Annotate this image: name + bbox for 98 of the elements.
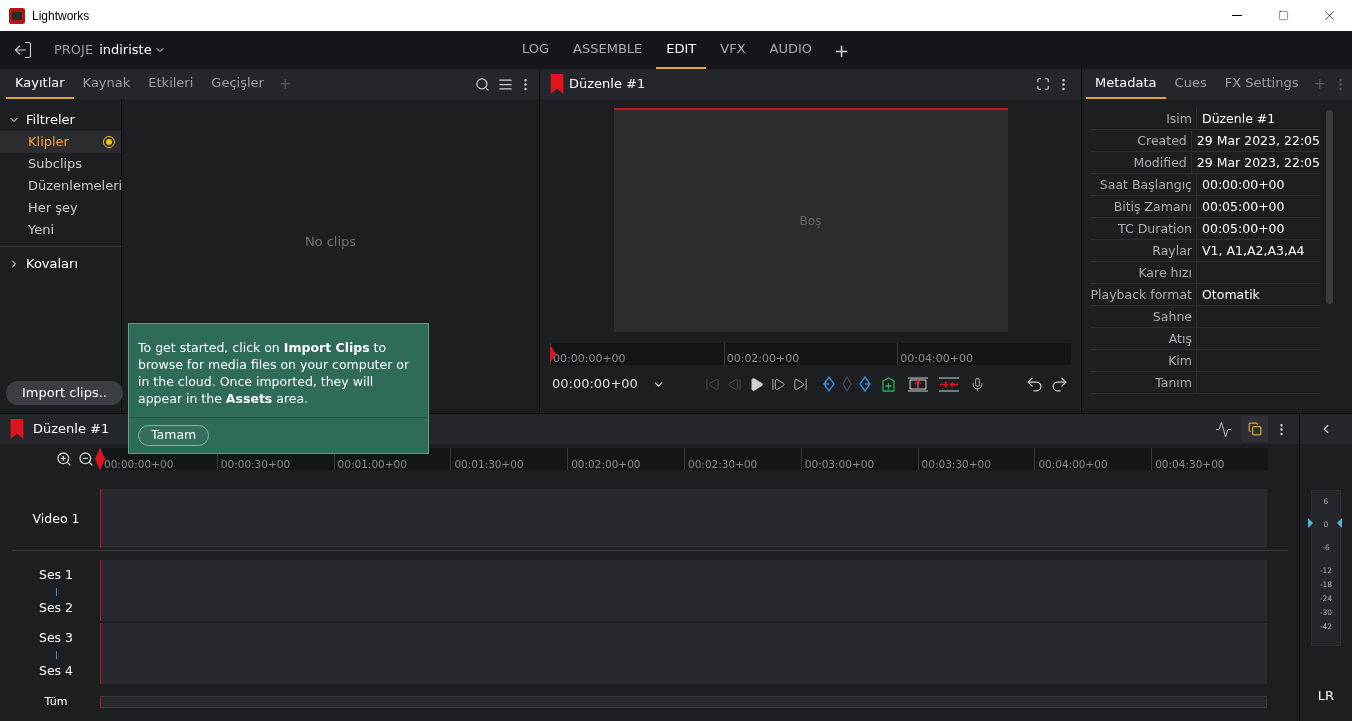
tab[interactable]: Kayıtlar	[6, 69, 74, 99]
tab[interactable]: Kaynak	[73, 69, 140, 99]
mark-in-icon[interactable]	[822, 376, 835, 392]
fullscreen-icon[interactable]	[1036, 77, 1050, 91]
marker-icon[interactable]	[841, 376, 852, 392]
ruler-label: 00:03:30+00	[921, 458, 991, 470]
filter-item[interactable]: Subclips	[0, 153, 121, 175]
metadata-value: Düzenle #1	[1201, 110, 1276, 128]
all-tracks-label: Tüm	[43, 693, 69, 710]
tab[interactable]: Cues	[1165, 69, 1216, 99]
metadata-label: Saat Başlangıç	[1090, 174, 1197, 195]
tab[interactable]: Metadata	[1086, 69, 1166, 99]
add-tab-button[interactable]: +	[826, 36, 858, 64]
sync-lock-button[interactable]	[1242, 416, 1268, 442]
workspace-tab[interactable]: ASSEMBLE	[563, 31, 653, 69]
filter-group[interactable]: Filtreler	[0, 109, 83, 131]
metadata-value: 00:05:00+00	[1201, 198, 1285, 216]
metadata-label: Isim	[1090, 108, 1197, 129]
bookmark-icon	[550, 74, 564, 94]
ruler-label: 00:04:00+00	[1038, 458, 1108, 470]
copy-icon	[1248, 422, 1262, 436]
ruler-label: 00:01:00+00	[337, 458, 407, 470]
metadata-label: Kare hızı	[1090, 262, 1197, 283]
ruler-label: 00:00:30+00	[220, 458, 291, 470]
tip-text: To get started, click on Import Clips to browse for media files on your computer or in the cloud. Once imported, they will appear in the Assets area.	[137, 339, 411, 408]
metadata-label: Modified	[1090, 152, 1192, 173]
tab[interactable]: Etkileri	[139, 69, 203, 99]
track-label: Ses 1	[38, 565, 74, 584]
tab[interactable]: Geçişler	[202, 69, 273, 99]
zoom-in-icon[interactable]	[56, 451, 72, 467]
metadata-label: Raylar	[1090, 240, 1197, 261]
metadata-value: 29 Mar 2023, 22:05	[1195, 132, 1320, 150]
workspace-tab[interactable]: AUDIO	[759, 31, 823, 69]
metadata-label: Sahne	[1090, 306, 1197, 327]
workspace-tab[interactable]: LOG	[512, 31, 560, 69]
metadata-label: Playback format	[1090, 284, 1197, 305]
insert-icon[interactable]	[881, 376, 895, 392]
app-logo-icon	[9, 7, 25, 24]
metadata-label: Kim	[1090, 350, 1197, 371]
project-dropdown[interactable]: indiriste	[99, 40, 166, 60]
empty-viewer-text: Boş	[799, 213, 822, 230]
empty-message: No clips	[304, 233, 357, 252]
search-icon[interactable]	[475, 76, 490, 92]
metadata-label: Atış	[1090, 328, 1197, 349]
import-clips-button[interactable]: Import clips..	[6, 381, 123, 405]
ruler-label: 00:04:30+00	[1155, 458, 1225, 470]
level-marker-icon	[1308, 518, 1342, 528]
metadata-label: TC Duration	[1090, 218, 1197, 239]
ruler-label: 00:02:00+00	[726, 352, 800, 365]
track-label: Ses 3	[38, 628, 74, 647]
metadata-label: Bitiş Zamanı	[1090, 196, 1197, 217]
skip-forward-icon[interactable]	[792, 376, 808, 392]
metadata-value: Otomatik	[1201, 286, 1260, 304]
metadata-label: Created	[1090, 130, 1192, 151]
mark-out-icon[interactable]	[858, 376, 871, 392]
maximize-icon	[1277, 10, 1289, 21]
tab[interactable]: FX Settings	[1215, 69, 1308, 99]
scrollbar[interactable]	[1326, 110, 1333, 304]
metadata-value: 00:00:00+00	[1201, 176, 1285, 194]
filter-group[interactable]: Kovaları	[0, 253, 87, 275]
ruler-label: 00:00:00+00	[553, 352, 626, 365]
track-label: Video 1	[32, 510, 80, 529]
channel-label: LR	[1317, 687, 1335, 705]
metadata-value: 29 Mar 2023, 22:05	[1195, 154, 1320, 172]
lift-icon[interactable]	[907, 376, 928, 392]
timecode: 00:00:00+00	[552, 375, 638, 394]
viewer-title: Düzenle #1	[569, 75, 646, 94]
step-forward-icon[interactable]	[770, 376, 786, 392]
ruler-label: 00:01:30+00	[454, 458, 524, 470]
exit-icon[interactable]	[13, 40, 33, 60]
window-title: Lightworks	[32, 7, 90, 25]
filter-item[interactable]: Her şey	[0, 197, 121, 219]
project-label: PROJE	[54, 41, 94, 60]
timeline-title: Düzenle #1	[33, 420, 110, 439]
zoom-out-icon[interactable]	[78, 451, 94, 467]
ruler-label: 00:02:00+00	[571, 458, 641, 470]
list-view-icon[interactable]	[498, 76, 513, 92]
extract-icon[interactable]	[938, 376, 959, 392]
filter-item[interactable]: Klipler	[0, 131, 121, 153]
waveform-icon[interactable]	[1215, 420, 1232, 438]
bookmark-icon	[10, 419, 24, 439]
playhead-icon	[95, 448, 105, 470]
microphone-icon[interactable]	[969, 376, 985, 392]
filter-item[interactable]: Düzenlemeleri	[0, 175, 121, 197]
metadata-value: V1, A1,A2,A3,A4	[1201, 242, 1305, 260]
track-label: Ses 2	[38, 598, 74, 617]
ruler-label: 00:00:00+00	[104, 458, 174, 470]
minimize-icon	[1232, 15, 1242, 16]
play-icon[interactable]	[748, 376, 764, 392]
workspace-tab[interactable]: VFX	[710, 31, 756, 69]
ruler-label: 00:04:00+00	[900, 352, 973, 365]
track-label: Ses 4	[38, 661, 74, 680]
metadata-value: 00:05:00+00	[1201, 220, 1285, 238]
ruler-label: 00:03:00+00	[804, 458, 875, 470]
filter-item[interactable]: Yeni	[0, 219, 121, 241]
ruler-label: 00:02:30+00	[688, 458, 758, 470]
ok-button[interactable]: Tamam	[138, 425, 210, 446]
metadata-label: Tanım	[1090, 372, 1197, 393]
